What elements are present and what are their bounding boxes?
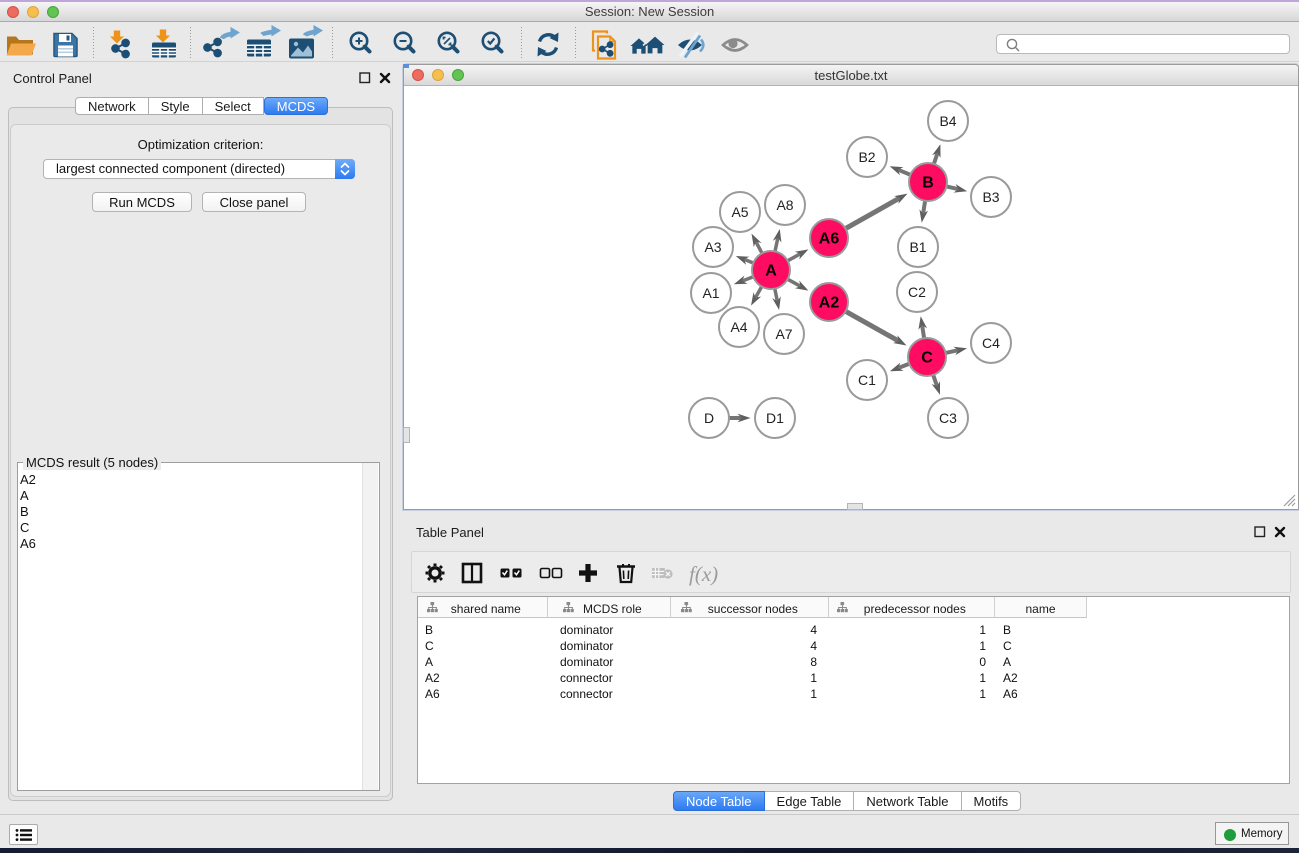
- svg-text:A3: A3: [704, 239, 721, 255]
- svg-text:A7: A7: [775, 326, 792, 342]
- svg-text:A2: A2: [819, 295, 840, 312]
- svg-text:A6: A6: [819, 231, 840, 248]
- svg-text:B2: B2: [858, 149, 875, 165]
- svg-text:A5: A5: [731, 204, 748, 220]
- svg-text:f(x): f(x): [689, 562, 718, 586]
- svg-text:A1: A1: [702, 285, 719, 301]
- svg-text:C1: C1: [858, 372, 876, 388]
- svg-text:A8: A8: [776, 197, 793, 213]
- svg-text:D: D: [704, 410, 714, 426]
- svg-text:C4: C4: [982, 335, 1000, 351]
- svg-text:C3: C3: [939, 410, 957, 426]
- svg-text:A: A: [765, 263, 777, 280]
- svg-text:B: B: [922, 175, 934, 192]
- svg-text:A4: A4: [730, 319, 747, 335]
- svg-text:B1: B1: [909, 239, 926, 255]
- svg-text:C: C: [921, 350, 933, 367]
- svg-text:B4: B4: [939, 113, 956, 129]
- svg-text:B3: B3: [982, 189, 999, 205]
- svg-text:C2: C2: [908, 284, 926, 300]
- svg-text:D1: D1: [766, 410, 784, 426]
